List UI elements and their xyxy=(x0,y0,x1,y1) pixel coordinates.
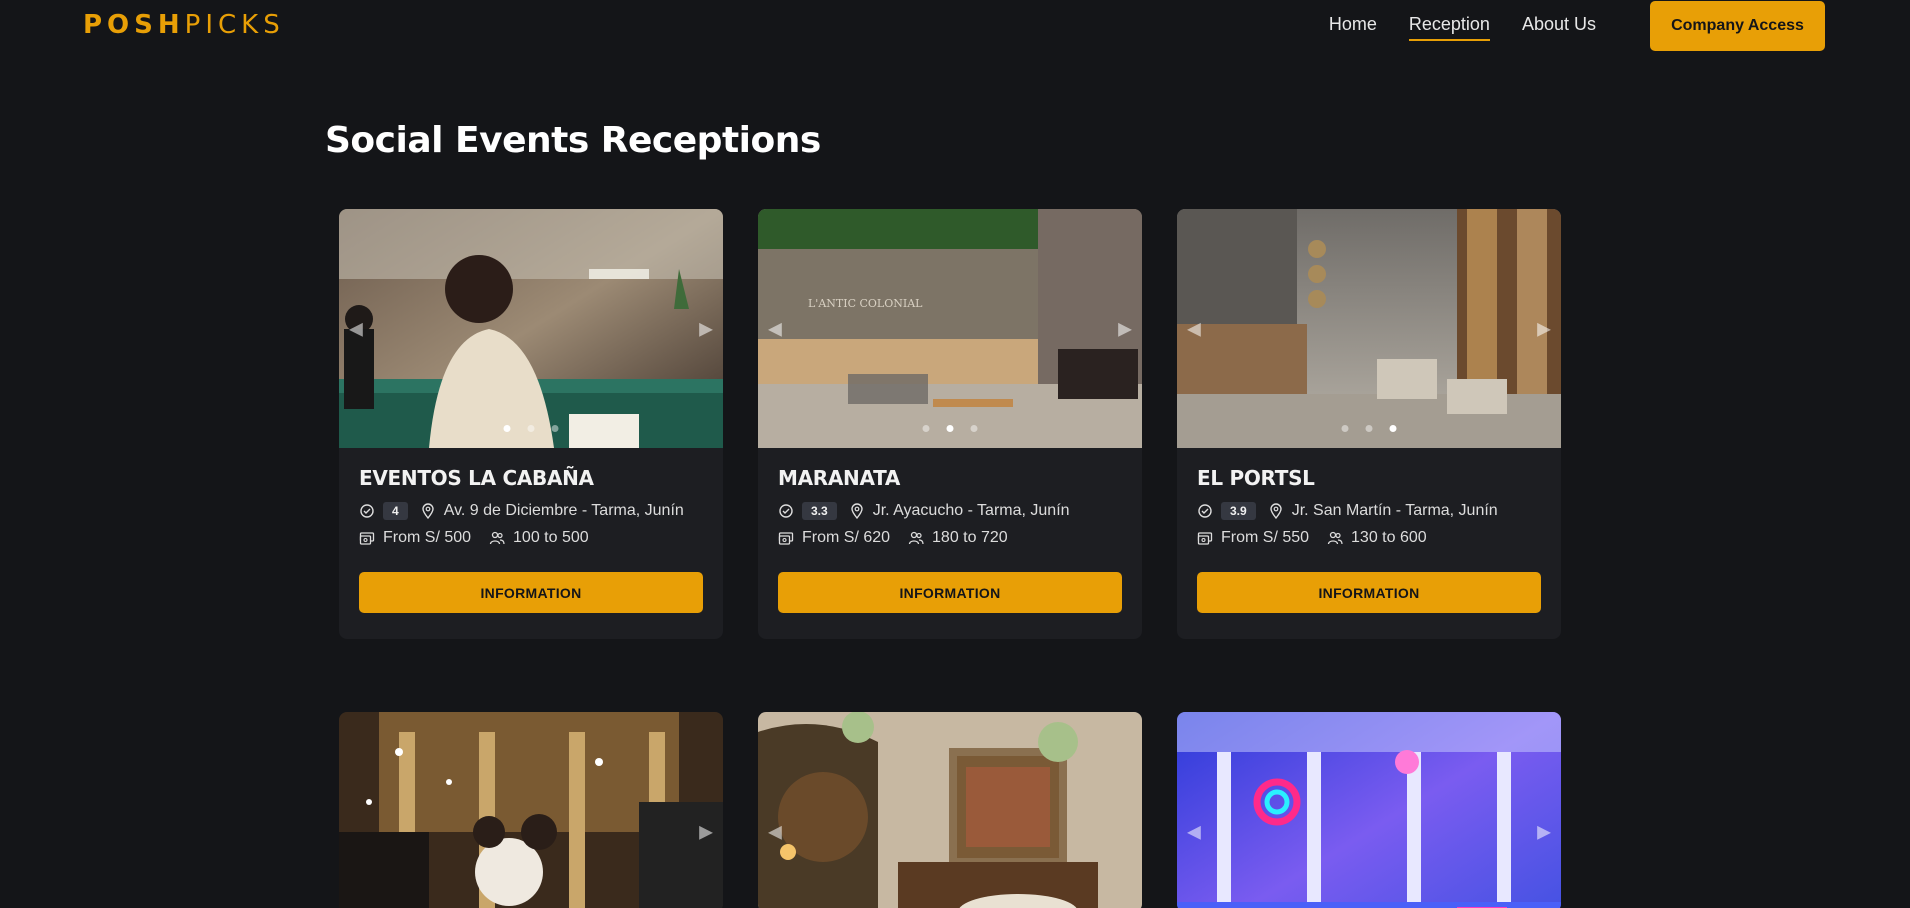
page-title: Social Events Receptions xyxy=(325,120,821,161)
card-capacity: 100 to 500 xyxy=(513,529,589,546)
card-price: From S/ 500 xyxy=(383,529,472,546)
map-pin-icon xyxy=(1269,503,1282,519)
carousel-dot[interactable] xyxy=(1365,425,1373,432)
carousel-dots xyxy=(503,425,559,432)
card-image-carousel[interactable]: ◀ ▶ xyxy=(339,209,723,448)
card-image-carousel[interactable]: ◀ xyxy=(758,712,1142,908)
svg-text:L'ANTIC COLONIAL: L'ANTIC COLONIAL xyxy=(808,297,923,310)
card-image-carousel[interactable]: ◀ ▶ xyxy=(1177,209,1561,448)
card-photo xyxy=(339,712,723,908)
card-capacity: 180 to 720 xyxy=(932,529,1008,546)
card-image-carousel[interactable]: ▶ xyxy=(339,712,723,908)
reception-card: ◀ ▶ xyxy=(1177,712,1561,908)
nav-reception[interactable]: Reception xyxy=(1408,14,1490,41)
card-name: MARANATA xyxy=(778,466,901,490)
nav-about-us[interactable]: About Us xyxy=(1522,14,1596,41)
carousel-dot[interactable] xyxy=(1341,425,1349,432)
users-icon xyxy=(489,531,505,545)
card-address: Jr. San Martín - Tarma, Junín xyxy=(1291,502,1498,519)
card-price: From S/ 620 xyxy=(802,529,891,546)
prev-slide-icon[interactable]: ◀ xyxy=(764,817,786,846)
reception-card: ◀ ▶ EL PORTSL 3.9 Jr. San Martín - Tarma… xyxy=(1177,209,1561,639)
nav-home[interactable]: Home xyxy=(1329,14,1377,41)
carousel-dots xyxy=(1341,425,1397,432)
badge-check-icon xyxy=(779,504,793,518)
prev-slide-icon[interactable]: ◀ xyxy=(1183,817,1205,846)
card-price: From S/ 550 xyxy=(1221,529,1310,546)
carousel-dot[interactable] xyxy=(551,425,559,432)
card-image-carousel[interactable]: L'ANTIC COLONIAL ◀ ▶ xyxy=(758,209,1142,448)
reception-card: ▶ xyxy=(339,712,723,908)
reception-grid: ◀ ▶ EVENTOS LA CABAÑA 4 Av. 9 de Diciemb… xyxy=(339,209,1561,908)
money-icon xyxy=(359,532,375,545)
users-icon xyxy=(1327,531,1343,545)
carousel-dot[interactable] xyxy=(922,425,930,432)
map-pin-icon xyxy=(850,503,863,519)
reception-card: ◀ ▶ EVENTOS LA CABAÑA 4 Av. 9 de Diciemb… xyxy=(339,209,723,639)
carousel-dot[interactable] xyxy=(970,425,978,432)
card-image-carousel[interactable]: ◀ ▶ xyxy=(1177,712,1561,908)
users-icon xyxy=(908,531,924,545)
map-pin-icon xyxy=(421,503,434,519)
prev-slide-icon[interactable]: ◀ xyxy=(1183,314,1205,343)
badge-check-icon xyxy=(360,504,374,518)
carousel-dot[interactable] xyxy=(1389,425,1397,432)
money-icon xyxy=(778,532,794,545)
information-button[interactable]: INFORMATION xyxy=(778,572,1122,613)
carousel-dot[interactable] xyxy=(946,425,954,432)
carousel-dot[interactable] xyxy=(503,425,511,432)
reception-card: L'ANTIC COLONIAL ◀ ▶ MARANATA 3.3 Jr. Ay… xyxy=(758,209,1142,639)
next-slide-icon[interactable]: ▶ xyxy=(1533,817,1555,846)
main-nav: Home Reception About Us xyxy=(1329,14,1596,41)
information-button[interactable]: INFORMATION xyxy=(359,572,703,613)
rating-badge: 4 xyxy=(383,502,408,520)
card-photo xyxy=(758,712,1142,908)
prev-slide-icon[interactable]: ◀ xyxy=(764,314,786,343)
money-icon xyxy=(1197,532,1213,545)
next-slide-icon[interactable]: ▶ xyxy=(695,817,717,846)
logo-light-text: PICKS xyxy=(184,10,285,40)
rating-badge: 3.3 xyxy=(802,502,837,520)
reception-card: ◀ xyxy=(758,712,1142,908)
card-photo xyxy=(339,209,723,448)
card-photo xyxy=(1177,209,1561,448)
site-header: POSHPICKS Home Reception About Us Compan… xyxy=(0,0,1910,52)
card-address: Jr. Ayacucho - Tarma, Junín xyxy=(872,502,1070,519)
logo-bold-text: POSH xyxy=(83,10,185,40)
information-button[interactable]: INFORMATION xyxy=(1197,572,1541,613)
card-name: EVENTOS LA CABAÑA xyxy=(359,466,594,490)
prev-slide-icon[interactable]: ◀ xyxy=(345,314,367,343)
next-slide-icon[interactable]: ▶ xyxy=(1533,314,1555,343)
card-capacity: 130 to 600 xyxy=(1351,529,1427,546)
card-address: Av. 9 de Diciembre - Tarma, Junín xyxy=(443,502,684,519)
carousel-dot[interactable] xyxy=(527,425,535,432)
company-access-button[interactable]: Company Access xyxy=(1650,1,1825,51)
rating-badge: 3.9 xyxy=(1221,502,1256,520)
card-name: EL PORTSL xyxy=(1197,466,1315,490)
site-logo[interactable]: POSHPICKS xyxy=(83,10,285,40)
card-photo xyxy=(1177,712,1561,908)
next-slide-icon[interactable]: ▶ xyxy=(1114,314,1136,343)
card-photo: L'ANTIC COLONIAL xyxy=(758,209,1142,448)
carousel-dots xyxy=(922,425,978,432)
badge-check-icon xyxy=(1198,504,1212,518)
next-slide-icon[interactable]: ▶ xyxy=(695,314,717,343)
